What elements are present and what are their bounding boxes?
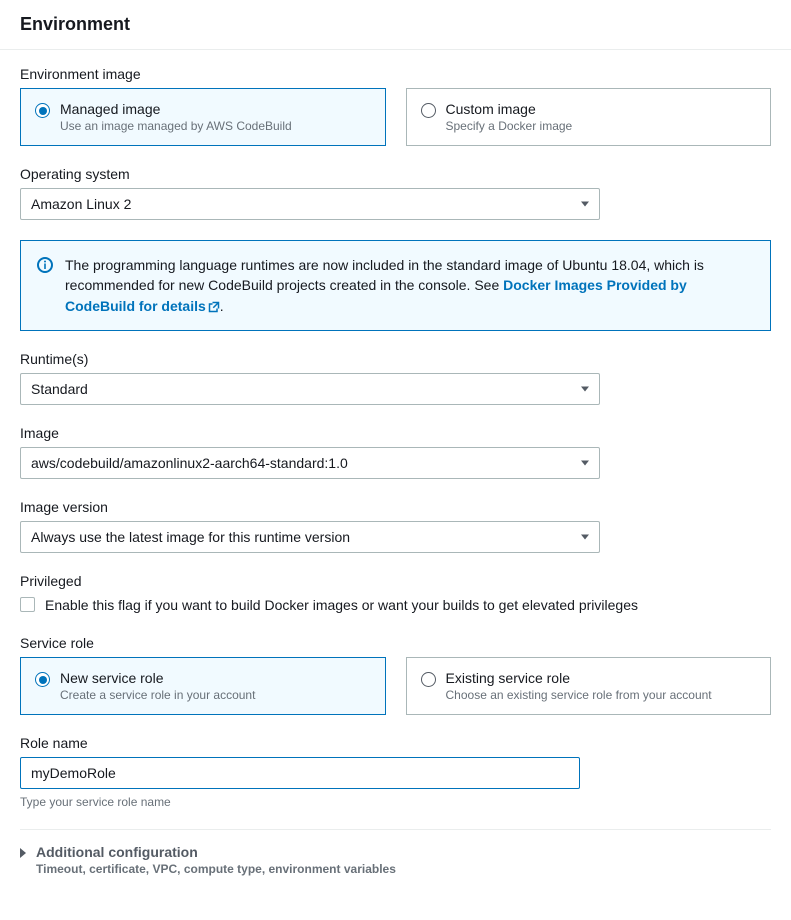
tile-new-service-role-title: New service role — [60, 670, 255, 686]
tile-custom-image-title: Custom image — [446, 101, 573, 117]
os-label: Operating system — [20, 166, 771, 182]
additional-config-title: Additional configuration — [36, 844, 396, 860]
privileged-checkbox[interactable] — [20, 597, 35, 612]
tile-managed-image-desc: Use an image managed by AWS CodeBuild — [60, 119, 292, 133]
info-icon — [37, 257, 53, 273]
tile-new-service-role-desc: Create a service role in your account — [60, 688, 255, 702]
runtime-label: Runtime(s) — [20, 351, 771, 367]
tile-new-service-role[interactable]: New service role Create a service role i… — [20, 657, 386, 715]
privileged-label: Privileged — [20, 573, 771, 589]
image-label: Image — [20, 425, 771, 441]
tile-managed-image-title: Managed image — [60, 101, 292, 117]
radio-existing-service-role[interactable] — [421, 672, 436, 687]
runtime-select-value: Standard — [31, 381, 88, 397]
panel-title: Environment — [20, 14, 771, 35]
external-link-icon — [208, 301, 220, 313]
caret-right-icon — [20, 848, 26, 858]
role-name-helper: Type your service role name — [20, 795, 771, 809]
caret-down-icon — [581, 386, 589, 391]
image-version-label: Image version — [20, 499, 771, 515]
image-select[interactable]: aws/codebuild/amazonlinux2-aarch64-stand… — [20, 447, 600, 479]
image-version-select-value: Always use the latest image for this run… — [31, 529, 350, 545]
caret-down-icon — [581, 202, 589, 207]
tile-existing-service-role-desc: Choose an existing service role from you… — [446, 688, 712, 702]
image-select-value: aws/codebuild/amazonlinux2-aarch64-stand… — [31, 455, 348, 471]
info-text-b: . — [220, 298, 224, 314]
image-version-select[interactable]: Always use the latest image for this run… — [20, 521, 600, 553]
caret-down-icon — [581, 460, 589, 465]
tile-custom-image[interactable]: Custom image Specify a Docker image — [406, 88, 772, 146]
env-image-label: Environment image — [20, 66, 771, 82]
caret-down-icon — [581, 534, 589, 539]
role-name-input[interactable] — [20, 757, 580, 789]
role-name-label: Role name — [20, 735, 771, 751]
os-select-value: Amazon Linux 2 — [31, 196, 131, 212]
runtime-select[interactable]: Standard — [20, 373, 600, 405]
radio-custom-image[interactable] — [421, 103, 436, 118]
tile-custom-image-desc: Specify a Docker image — [446, 119, 573, 133]
os-select[interactable]: Amazon Linux 2 — [20, 188, 600, 220]
radio-managed-image[interactable] — [35, 103, 50, 118]
radio-new-service-role[interactable] — [35, 672, 50, 687]
info-alert: The programming language runtimes are no… — [20, 240, 771, 331]
additional-config-toggle[interactable]: Additional configuration Timeout, certif… — [20, 844, 771, 876]
tile-existing-service-role[interactable]: Existing service role Choose an existing… — [406, 657, 772, 715]
tile-existing-service-role-title: Existing service role — [446, 670, 712, 686]
additional-config-desc: Timeout, certificate, VPC, compute type,… — [36, 862, 396, 876]
privileged-checkbox-label: Enable this flag if you want to build Do… — [45, 595, 638, 615]
tile-managed-image[interactable]: Managed image Use an image managed by AW… — [20, 88, 386, 146]
service-role-label: Service role — [20, 635, 771, 651]
divider — [20, 829, 771, 830]
